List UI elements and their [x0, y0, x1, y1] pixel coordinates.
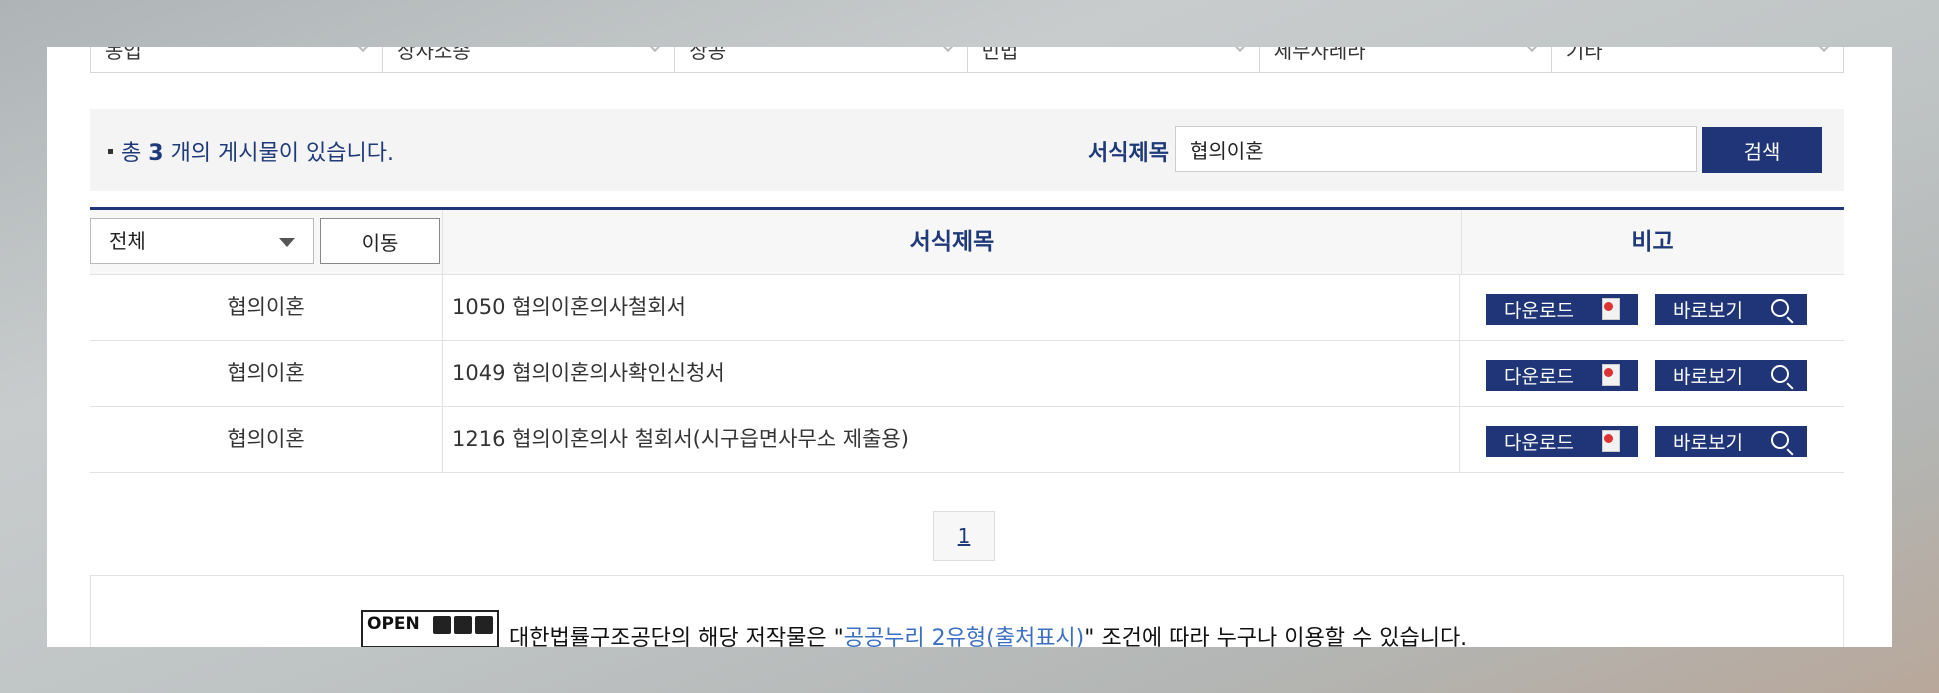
category-tab[interactable]: 상공 — [675, 47, 968, 72]
column-header-note: 비고 — [1631, 229, 1674, 255]
category-tab[interactable]: 농업 — [91, 47, 384, 72]
category-tab[interactable]: 세무사레라 — [1260, 47, 1552, 72]
magnifier-icon — [1771, 431, 1789, 449]
post-count: 총 3 개의 게시물이 있습니다. — [108, 135, 394, 167]
download-button[interactable]: 다운로드 — [1486, 426, 1638, 457]
table-header: 전체 이동 서식제목 비고 — [90, 210, 1844, 275]
search-label: 서식제목 — [1088, 141, 1169, 166]
view-button[interactable]: 바로보기 — [1655, 294, 1807, 325]
row-title[interactable]: 1050 협의이혼의사철회서 — [442, 275, 1460, 340]
license-marks-icon — [433, 616, 493, 634]
forms-table: 전체 이동 서식제목 비고 협의이혼 1050 협의이혼의사철회서 다운로드 바… — [90, 207, 1844, 473]
magnifier-icon — [1771, 299, 1789, 317]
table-row: 협의이혼 1049 협의이혼의사확인신청서 다운로드 바로보기 — [90, 341, 1844, 407]
row-category: 협의이혼 — [227, 295, 305, 319]
row-actions: 다운로드 바로보기 — [1461, 341, 1844, 406]
document-icon — [1602, 364, 1620, 386]
download-button[interactable]: 다운로드 — [1486, 294, 1638, 325]
view-button[interactable]: 바로보기 — [1655, 426, 1807, 457]
download-button[interactable]: 다운로드 — [1486, 360, 1638, 391]
document-icon — [1602, 298, 1620, 320]
search-bar: 총 3 개의 게시물이 있습니다. 서식제목 검색 — [90, 109, 1844, 191]
move-button[interactable]: 이동 — [320, 218, 440, 264]
caret-down-icon — [279, 238, 295, 247]
license-link[interactable]: 공공누리 2유형(출처표시) — [844, 626, 1085, 647]
row-title[interactable]: 1216 협의이혼의사 철회서(시구읍면사무소 제출용) — [442, 407, 1460, 472]
pagination-page[interactable]: 1 — [933, 511, 995, 561]
row-title[interactable]: 1049 협의이혼의사확인신청서 — [442, 341, 1460, 406]
license-text: 대한법률구조공단의 해당 저작물은 "공공누리 2유형(출처표시)" 조건에 따… — [509, 620, 1467, 647]
search-button[interactable]: 검색 — [1702, 127, 1822, 173]
view-button[interactable]: 바로보기 — [1655, 360, 1807, 391]
category-filter-select[interactable]: 전체 — [90, 218, 314, 264]
chevron-icon — [1524, 47, 1539, 53]
chevron-icon — [1816, 47, 1832, 53]
chevron-icon — [940, 47, 955, 53]
license-box: OPEN 대한법률구조공단의 해당 저작물은 "공공누리 2유형(출처표시)" … — [90, 575, 1844, 647]
table-row: 협의이혼 1216 협의이혼의사 철회서(시구읍면사무소 제출용) 다운로드 바… — [90, 407, 1844, 473]
search-input[interactable] — [1175, 126, 1697, 172]
row-actions: 다운로드 바로보기 — [1461, 407, 1844, 472]
bullet-icon — [108, 148, 113, 154]
category-strip: 농업 상사소송 상공 민법 세무사레라 기타 — [90, 47, 1844, 73]
column-header-title: 서식제목 — [442, 210, 1462, 274]
category-tab[interactable]: 상사소송 — [383, 47, 676, 72]
magnifier-icon — [1771, 365, 1789, 383]
category-tab[interactable]: 기타 — [1552, 47, 1843, 72]
category-tab[interactable]: 민법 — [968, 47, 1260, 72]
post-count-number: 3 — [148, 141, 164, 166]
row-category: 협의이혼 — [227, 361, 305, 385]
chevron-icon — [1232, 47, 1247, 53]
chevron-icon — [356, 47, 371, 53]
row-actions: 다운로드 바로보기 — [1461, 275, 1844, 340]
row-category: 협의이혼 — [227, 427, 305, 451]
content-frame: 농업 상사소송 상공 민법 세무사레라 기타 총 3 개의 게시물이 있습니다.… — [47, 47, 1892, 647]
table-row: 협의이혼 1050 협의이혼의사철회서 다운로드 바로보기 — [90, 275, 1844, 341]
kogl-license-logo: OPEN — [361, 610, 499, 647]
document-icon — [1602, 430, 1620, 452]
chevron-icon — [648, 47, 663, 53]
